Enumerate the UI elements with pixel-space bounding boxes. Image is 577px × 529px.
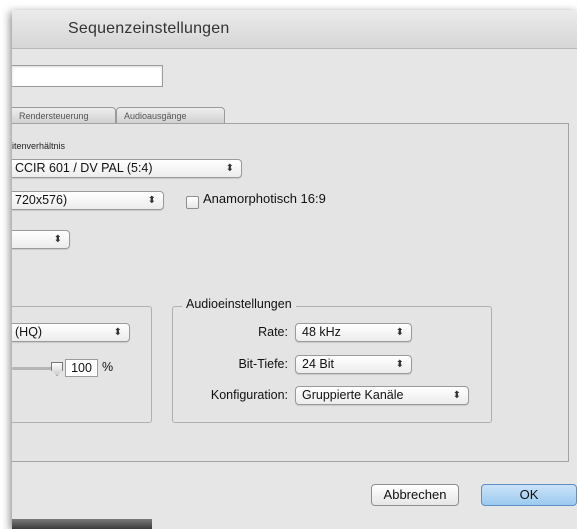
pixel-aspect-value: CCIR 601 / DV PAL (5:4) <box>15 161 153 175</box>
compressor-popup[interactable]: (HQ) ⬍ <box>12 323 130 342</box>
popup-arrows-icon: ⬍ <box>113 327 122 338</box>
anamorphic-checkbox[interactable] <box>186 196 199 209</box>
bit-depth-popup[interactable]: 24 Bit ⬍ <box>295 355 412 374</box>
cancel-button[interactable]: Abbrechen <box>371 484 459 506</box>
popup-arrows-icon: ⬍ <box>53 234 62 245</box>
popup-arrows-icon: ⬍ <box>147 195 156 206</box>
configuration-label: Konfiguration: <box>210 388 288 402</box>
bit-depth-label: Bit-Tiefe: <box>238 357 288 371</box>
tab-audioausgaenge[interactable]: Audioausgänge <box>116 107 225 124</box>
anamorphic-label: Anamorphotisch 16:9 <box>203 191 326 206</box>
compressor-value: (HQ) <box>15 325 43 339</box>
title-bar: Sequenzeinstellungen <box>12 10 577 49</box>
popup-arrows-icon: ⬍ <box>395 359 404 370</box>
sequence-settings-window: Sequenzeinstellungen Rendersteuerung Aud… <box>12 10 577 529</box>
tab-rendersteuerung[interactable]: Rendersteuerung <box>12 107 116 124</box>
sequence-name-input[interactable] <box>12 65 163 87</box>
bit-depth-value: 24 Bit <box>302 357 334 371</box>
field-dominance-popup[interactable]: ⬍ <box>12 230 70 249</box>
pixel-aspect-label: itenverhältnis <box>12 141 66 151</box>
background-window-strip <box>12 519 152 529</box>
frame-size-value: 720x576) <box>15 193 68 207</box>
pixel-aspect-popup[interactable]: CCIR 601 / DV PAL (5:4) ⬍ <box>12 159 242 178</box>
frame-size-popup[interactable]: 720x576) ⬍ <box>12 191 164 210</box>
window-title: Sequenzeinstellungen <box>68 20 230 37</box>
configuration-value: Gruppierte Kanäle <box>302 388 404 402</box>
popup-arrows-icon: ⬍ <box>395 327 404 338</box>
rate-label: Rate: <box>258 325 288 339</box>
configuration-popup[interactable]: Gruppierte Kanäle ⬍ <box>295 386 469 405</box>
rate-popup[interactable]: 48 kHz ⬍ <box>295 323 412 342</box>
rate-value: 48 kHz <box>302 325 341 339</box>
popup-arrows-icon: ⬍ <box>225 163 234 174</box>
ok-button[interactable]: OK <box>481 484 577 506</box>
percent-sign: % <box>102 360 114 374</box>
popup-arrows-icon: ⬍ <box>452 390 461 401</box>
audio-settings-title: Audioeinstellungen <box>182 297 296 311</box>
quality-percent-input[interactable]: 100 <box>65 359 98 377</box>
